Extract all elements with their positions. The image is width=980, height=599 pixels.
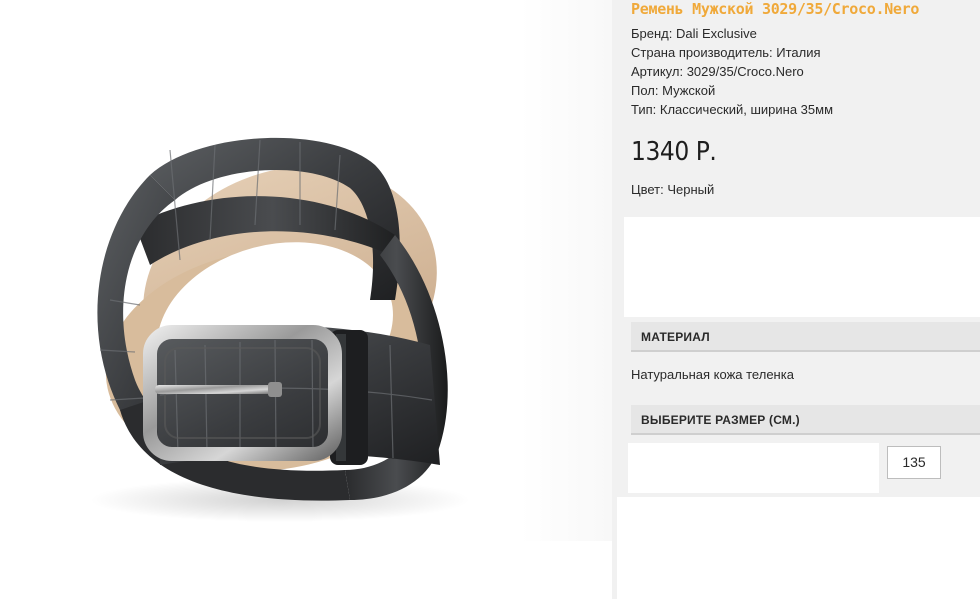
size-header: ВЫБЕРИТЕ РАЗМЕР (СМ.): [631, 405, 980, 435]
product-price: 1340 Р.: [631, 137, 717, 167]
size-option-135[interactable]: 135: [887, 446, 941, 479]
product-specs: Бренд: Dali Exclusive Страна производите…: [631, 24, 833, 119]
spec-type: Тип: Классический, ширина 35мм: [631, 102, 834, 117]
bottom-blank: [617, 497, 980, 599]
product-image-panel: [0, 0, 612, 541]
product-title: Ремень Мужской 3029/35/Croco.Nero: [631, 0, 920, 18]
product-color: Цвет: Черный: [631, 182, 715, 197]
spec-gender: Пол: Мужской: [631, 83, 716, 98]
spec-brand: Бренд: Dali Exclusive: [631, 26, 757, 41]
belt-image[interactable]: [0, 0, 612, 541]
material-header: МАТЕРИАЛ: [631, 322, 980, 352]
size-select-area[interactable]: [628, 443, 879, 493]
spec-country: Страна производитель: Италия: [631, 45, 821, 60]
blank-block: [624, 217, 980, 317]
material-text: Натуральная кожа теленка: [631, 367, 794, 382]
spec-article: Артикул: 3029/35/Croco.Nero: [631, 64, 804, 79]
